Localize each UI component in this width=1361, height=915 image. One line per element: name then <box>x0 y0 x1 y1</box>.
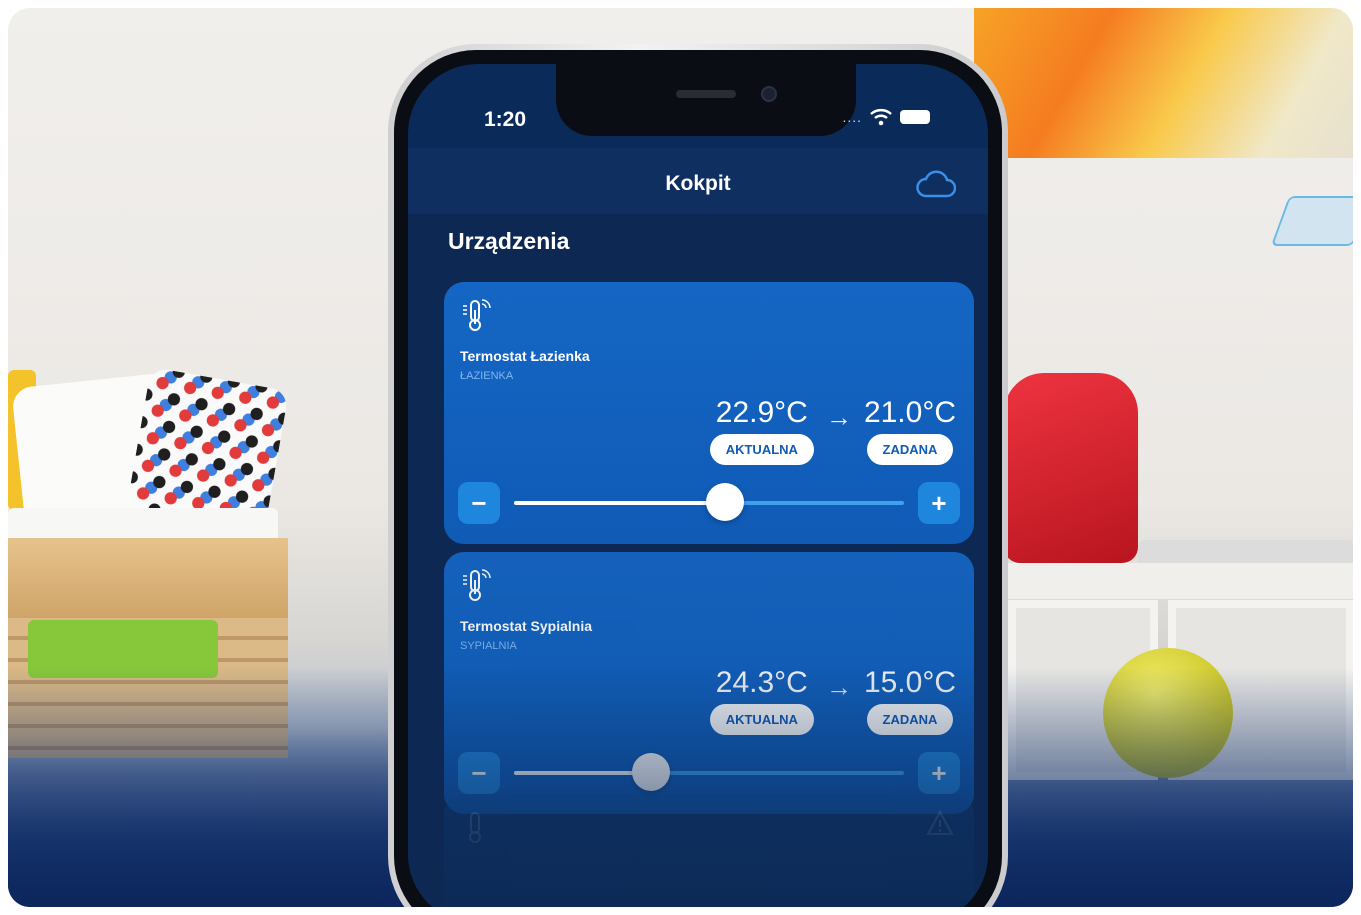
page-title: Kokpit <box>665 172 731 195</box>
device-name: Termostat Sypialnia <box>460 618 593 634</box>
slider-fill <box>514 771 651 775</box>
device-card-lazienka[interactable]: Termostat Łazienka ŁAZIENKA 22.9°C AKTUA… <box>444 282 974 544</box>
temperature-slider[interactable] <box>514 753 904 791</box>
thermometer-icon <box>469 812 481 843</box>
device-room: ŁAZIENKA <box>460 370 514 382</box>
phone-frame: Kokpit 1:20 .... Urządzenia Termostat Ła… <box>388 44 1008 907</box>
temperature-slider-row: − + <box>458 752 960 794</box>
increase-button[interactable]: + <box>918 482 960 524</box>
status-time: 1:20 <box>484 108 527 131</box>
shelf-top <box>1004 563 1353 599</box>
phone-screen: Kokpit 1:20 .... Urządzenia Termostat Ła… <box>408 64 988 907</box>
device-room: SYPIALNIA <box>460 640 517 652</box>
app-header: Kokpit <box>408 148 988 214</box>
target-label-badge: ZADANA <box>866 434 954 465</box>
increase-button[interactable]: + <box>918 752 960 794</box>
slider-thumb[interactable] <box>631 753 670 791</box>
speaker-grille <box>676 90 736 98</box>
current-temperature: 22.9°C <box>715 396 808 429</box>
battery-icon <box>900 110 930 124</box>
decrease-button[interactable]: − <box>458 482 500 524</box>
device-card-sypialnia[interactable]: Termostat Sypialnia SYPIALNIA 24.3°C AKT… <box>444 552 974 814</box>
arrow-right-icon: → <box>825 672 852 702</box>
cloud-icon[interactable] <box>916 170 956 198</box>
arrow-right-icon: → <box>825 402 852 432</box>
front-camera <box>761 86 777 102</box>
temperature-readout: 24.3°C AKTUALNA → 15.0°C ZADANA <box>709 666 956 735</box>
device-card-partial[interactable] <box>444 794 974 907</box>
target-temperature: 21.0°C <box>863 396 956 429</box>
thermometer-icon <box>463 569 491 601</box>
current-label-badge: AKTUALNA <box>709 434 814 465</box>
red-backpack <box>1004 373 1138 563</box>
current-label-badge: AKTUALNA <box>709 704 814 735</box>
decrease-button[interactable]: − <box>458 752 500 794</box>
target-label-badge: ZADANA <box>866 704 954 735</box>
wifi-icon <box>870 109 892 126</box>
temperature-slider-row: − + <box>458 482 960 524</box>
device-name: Termostat Łazienka <box>460 348 590 364</box>
slider-thumb[interactable] <box>705 483 744 521</box>
target-temperature: 15.0°C <box>863 666 956 699</box>
signal-icon: .... <box>842 109 862 125</box>
temperature-slider[interactable] <box>514 483 904 521</box>
slider-fill <box>514 501 725 505</box>
wall-painting <box>974 8 1353 158</box>
thermometer-icon <box>463 299 491 331</box>
section-title: Urządzenia <box>448 228 570 254</box>
polka-dot-pillow <box>126 366 290 530</box>
room-background: Kokpit 1:20 .... Urządzenia Termostat Ła… <box>8 8 1353 907</box>
current-temperature: 24.3°C <box>715 666 808 699</box>
status-icons: .... <box>842 108 930 126</box>
warning-icon <box>926 810 954 835</box>
bed-frame <box>8 538 288 618</box>
temperature-readout: 22.9°C AKTUALNA → 21.0°C ZADANA <box>709 396 956 465</box>
phone-notch <box>556 64 856 136</box>
wall-plane-decor <box>1270 196 1353 246</box>
